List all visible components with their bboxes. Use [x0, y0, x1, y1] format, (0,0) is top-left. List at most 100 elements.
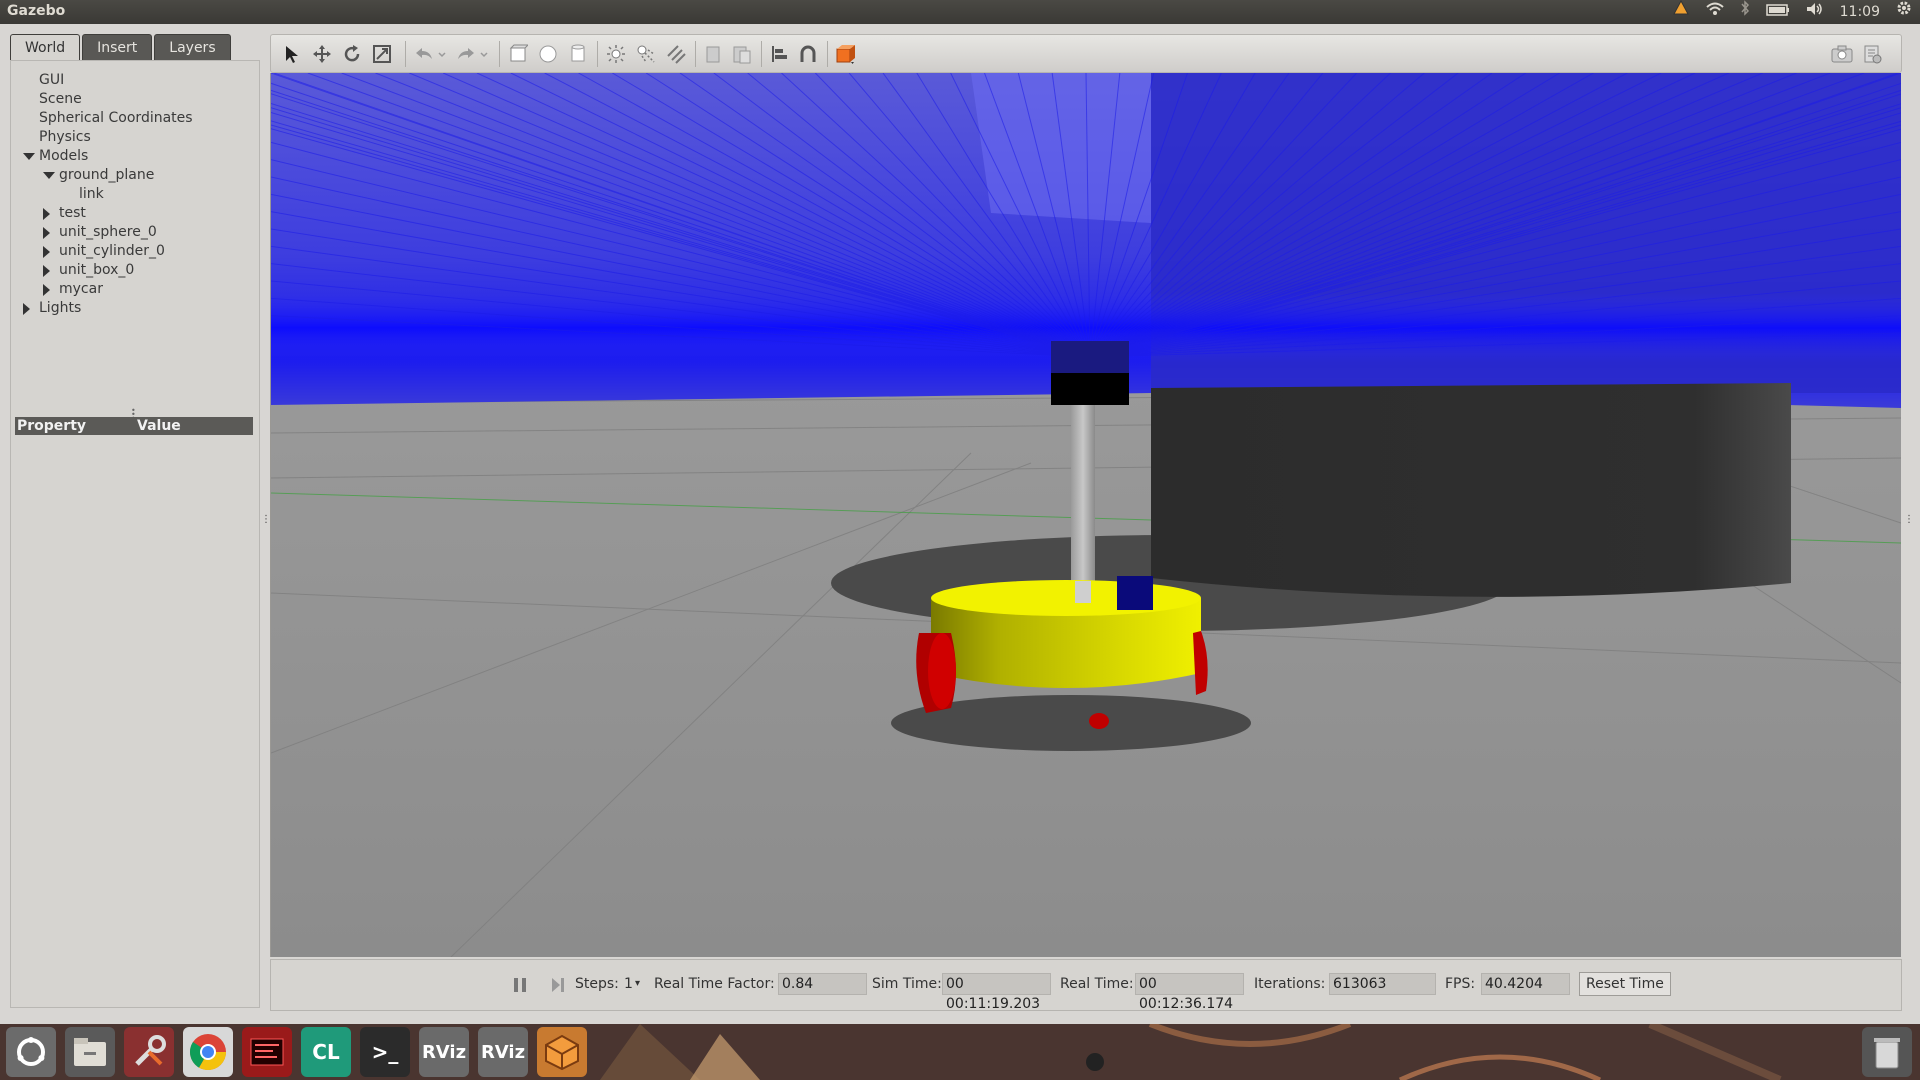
redo-icon[interactable] [455, 43, 477, 65]
directional-light-icon[interactable] [665, 43, 687, 65]
spot-light-icon[interactable] [635, 43, 657, 65]
tree-item-physics[interactable]: Physics [15, 128, 255, 147]
trash-icon[interactable] [1862, 1027, 1912, 1077]
sphere-shape-icon[interactable] [537, 43, 559, 65]
step-icon[interactable] [547, 974, 569, 996]
tree-item-gui[interactable]: GUI [15, 71, 255, 90]
cylinder-shape-icon[interactable] [567, 43, 589, 65]
gazebo-icon[interactable] [537, 1027, 587, 1077]
left-panel: World Insert Layers GUI Scene Spherical Co… [10, 34, 260, 1008]
scene-render[interactable] [271, 73, 1901, 957]
collapse-arrow-icon[interactable] [43, 246, 50, 258]
real-time-value: 00 00:12:36.174 [1135, 973, 1244, 1012]
tree-item-unit-sphere-0[interactable]: unit_sphere_0 [15, 223, 255, 242]
clion-icon[interactable]: CL [301, 1027, 351, 1077]
scene-3d-viewport[interactable] [270, 73, 1901, 957]
tree-item-label: unit_cylinder_0 [59, 243, 165, 259]
right-panel-grip[interactable]: ⋮ [1904, 514, 1914, 528]
iterations-value: 613063 [1329, 973, 1436, 995]
copy-icon[interactable] [703, 43, 725, 65]
steps-dropdown-icon[interactable]: ▾ [635, 978, 640, 989]
log-recorder-icon[interactable] [1861, 43, 1883, 65]
undo-dropdown-icon[interactable] [435, 43, 449, 65]
rotate-icon[interactable] [341, 43, 363, 65]
power-gear-icon[interactable] [1896, 0, 1912, 24]
paste-icon[interactable] [731, 43, 753, 65]
undo-icon[interactable] [413, 43, 435, 65]
battery-icon[interactable] [1765, 0, 1790, 24]
world-tree: GUI Scene Spherical Coordinates Physics Mode… [15, 71, 255, 318]
steps-label: Steps: [575, 976, 619, 992]
align-icon[interactable] [769, 43, 791, 65]
value-column-header[interactable]: Value [137, 417, 181, 435]
scale-icon[interactable] [371, 43, 393, 65]
rtf-value: 0.84 [778, 973, 867, 995]
ubuntu-one-icon[interactable] [1672, 0, 1690, 24]
fps-value: 40.4204 [1481, 973, 1570, 995]
pause-icon[interactable] [509, 974, 531, 996]
translate-icon[interactable] [311, 43, 333, 65]
terminal-icon[interactable]: >_ [360, 1027, 410, 1077]
steps-value[interactable]: 1 [624, 976, 633, 992]
collapse-arrow-icon[interactable] [23, 303, 30, 315]
bluetooth-icon[interactable] [1740, 0, 1750, 24]
tree-item-models[interactable]: Models [15, 147, 255, 166]
screenshot-camera-icon[interactable] [1831, 43, 1853, 65]
main-toolbar [270, 34, 1902, 73]
redo-dropdown-icon[interactable] [477, 43, 491, 65]
panel-tabs: World Insert Layers [10, 34, 233, 61]
box-shape-icon[interactable] [507, 43, 529, 65]
collapse-arrow-icon[interactable] [43, 208, 50, 220]
real-time-label: Real Time: [1060, 976, 1134, 992]
system-tray: 11:09 [1672, 0, 1912, 24]
tree-item-label: GUI [39, 72, 65, 88]
clock[interactable]: 11:09 [1840, 0, 1880, 24]
top-menu-bar: Gazebo 11:09 [0, 0, 1920, 24]
reset-time-button[interactable]: Reset Time [1579, 972, 1671, 996]
world-tree-panel: GUI Scene Spherical Coordinates Physics Mode… [10, 60, 260, 1008]
tree-item-unit-box-0[interactable]: unit_box_0 [15, 261, 255, 280]
expand-arrow-icon[interactable] [43, 172, 55, 179]
collapse-arrow-icon[interactable] [43, 227, 50, 239]
dash-home-icon[interactable] [6, 1027, 56, 1077]
wifi-icon[interactable] [1705, 0, 1724, 24]
files-icon[interactable] [65, 1027, 115, 1077]
tree-item-label: Models [39, 148, 89, 164]
property-column-header[interactable]: Property [17, 417, 86, 435]
view-angle-icon[interactable] [835, 43, 857, 65]
tree-item-scene[interactable]: Scene [15, 90, 255, 109]
snap-icon[interactable] [797, 43, 819, 65]
ide-red-icon[interactable] [242, 1027, 292, 1077]
select-arrow-icon[interactable] [281, 43, 303, 65]
sim-time-value: 00 00:11:19.203 [942, 973, 1051, 1012]
tree-item-lights[interactable]: Lights [15, 299, 255, 318]
tab-layers[interactable]: Layers [154, 34, 231, 61]
terminal-label: >_ [371, 1040, 399, 1064]
rviz-2-label: RViz [480, 1041, 526, 1063]
volume-icon[interactable] [1806, 0, 1824, 24]
system-settings-icon[interactable] [124, 1027, 174, 1077]
tree-item-spherical-coordinates[interactable]: Spherical Coordinates [15, 109, 255, 128]
collapse-arrow-icon[interactable] [43, 265, 50, 277]
tree-item-ground-plane[interactable]: ground_plane [15, 166, 255, 185]
chrome-icon[interactable] [183, 1027, 233, 1077]
tree-item-test[interactable]: test [15, 204, 255, 223]
rviz-icon-1[interactable]: RViz [419, 1027, 469, 1077]
simulation-status-bar: Steps: 1 ▾ Real Time Factor: 0.84 Sim Ti… [270, 959, 1902, 1012]
left-panel-grip[interactable]: ⋮ [261, 514, 271, 528]
tab-insert[interactable]: Insert [82, 34, 153, 61]
tree-item-unit-cylinder-0[interactable]: unit_cylinder_0 [15, 242, 255, 261]
tree-item-link[interactable]: link [15, 185, 255, 204]
tree-item-label: Physics [39, 129, 91, 145]
rviz-icon-2[interactable]: RViz [478, 1027, 528, 1077]
tree-item-label: Scene [39, 91, 82, 107]
tree-item-mycar[interactable]: mycar [15, 280, 255, 299]
app-title: Gazebo [7, 3, 66, 19]
point-light-icon[interactable] [605, 43, 627, 65]
collapse-arrow-icon[interactable] [43, 284, 50, 296]
tree-item-label: unit_box_0 [59, 262, 135, 278]
expand-arrow-icon[interactable] [23, 153, 35, 160]
panel-splitter[interactable]: • • • [131, 407, 139, 423]
tab-world[interactable]: World [10, 34, 81, 61]
fps-label: FPS: [1445, 976, 1476, 992]
